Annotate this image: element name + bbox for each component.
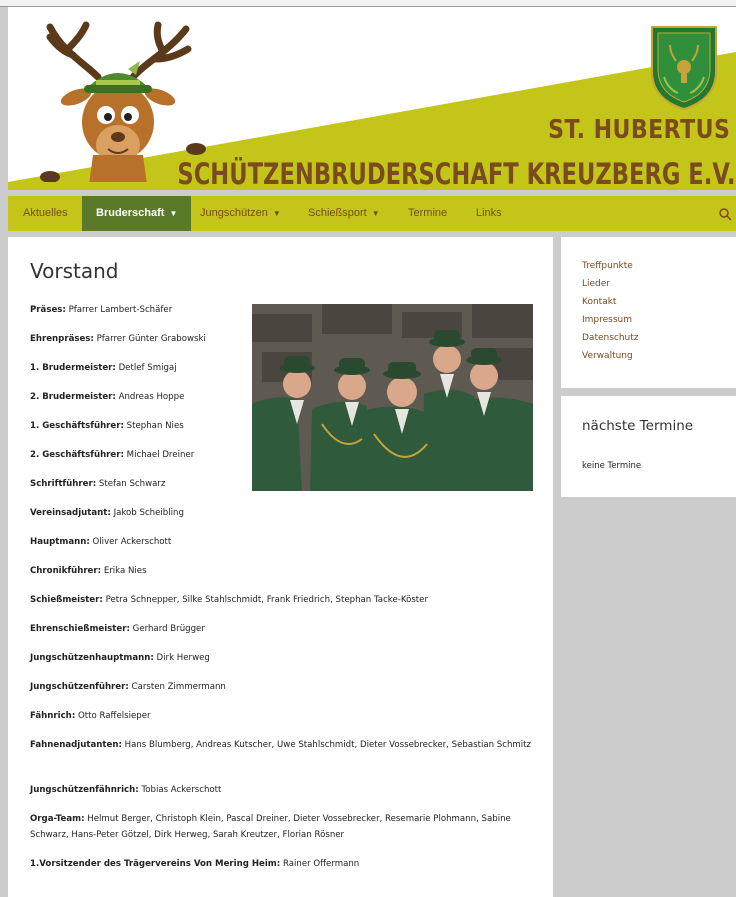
entry-role: Orga-Team [30,814,82,824]
entry-names: Pfarrer Lambert-Schäfer [68,305,173,315]
nav-item-termine[interactable]: Termine [408,196,447,231]
board-entry: Fahnenadjutanten: Hans Blumberg, Andreas… [30,740,532,750]
entry-names: Jakob Scheibling [113,508,184,518]
entry-role: Vereinsadjutant [30,508,108,518]
sidebar-links-widget: Treffpunkte Lieder Kontakt Impressum Dat… [561,237,736,388]
entry-role: Fähnrich [30,711,72,721]
browser-top-line [0,0,736,7]
board-entry: Fähnrich: Otto Raffelsieper [30,711,151,721]
entry-names: Erika Nies [103,566,147,576]
nav-item-label: Links [476,207,502,219]
entry-names: Stefan Schwarz [98,479,166,489]
entry-names: Otto Raffelsieper [77,711,151,721]
board-entry: 1.Vorsitzender des Trägervereins Von Mer… [30,859,360,869]
entry-role: Hauptmann [30,537,87,547]
nav-item-label: Termine [408,207,448,219]
board-entry: Schießmeister: Petra Schnepper, Silke St… [30,595,428,605]
board-entry: Jungschützenhauptmann: Dirk Herweg [30,653,210,663]
nav-item-label: Jungschützen [200,207,268,219]
board-entry: 2. Brudermeister: Andreas Hoppe [30,392,185,402]
entry-names: Dirk Herweg [156,653,210,663]
board-entry: 1. Brudermeister: Detlef Smigaj [30,363,177,373]
site-header: ST. HUBERTUS SCHÜTZENBRUDERSCHAFT KREUZB… [8,7,736,190]
chevron-down-icon: ▼ [272,209,281,218]
board-member-list: Präses: Pfarrer Lambert-Schäfer Ehrenprä… [30,303,540,886]
board-entry: Präses: Pfarrer Lambert-Schäfer [30,305,173,315]
events-title: nächste Termine [582,418,694,434]
entry-role: 2. Brudermeister [30,392,113,402]
sidebar-link-treffpunkte[interactable]: Treffpunkte [582,261,633,271]
entry-names: Andreas Hoppe [118,392,185,402]
nav-item-aktuelles[interactable]: Aktuelles [23,196,68,231]
entry-role: Fahnenadjutanten [30,740,119,750]
entry-role: Schriftführer [30,479,93,489]
main-navigation: Aktuelles Bruderschaft ▼ Jungschützen ▼ Sc… [8,196,736,231]
club-emblem-icon[interactable] [648,21,720,111]
entry-role: 2. Geschäftsführer [30,450,121,460]
nav-item-label: Bruderschaft [96,207,165,219]
entry-names: Pfarrer Günter Grabowski [96,334,206,344]
nav-item-jungschuetzen[interactable]: Jungschützen ▼ [200,196,281,231]
chevron-down-icon: ▼ [371,209,380,218]
entry-names: Petra Schnepper, Silke Stahlschmidt, Fra… [105,595,428,605]
board-entry: 2. Geschäftsführer: Michael Dreiner [30,450,195,460]
sidebar-link-lieder[interactable]: Lieder [582,279,610,289]
entry-role: 1. Geschäftsführer [30,421,121,431]
search-icon[interactable] [718,207,732,221]
board-entry: Schriftführer: Stefan Schwarz [30,479,166,489]
nav-item-label: Schießsport [308,207,367,219]
entry-role: Schießmeister [30,595,100,605]
entry-names: Detlef Smigaj [118,363,177,373]
entry-role: Jungschützenführer [30,682,126,692]
entry-names: Helmut Berger, Christoph Klein, Pascal D… [30,814,511,840]
nav-item-links[interactable]: Links [476,196,502,231]
entry-role: Jungschützenfähnrich [30,785,136,795]
board-entry: Orga-Team: Helmut Berger, Christoph Klei… [30,814,511,840]
nav-item-label: Aktuelles [23,207,68,219]
entry-names: Oliver Ackerschott [92,537,172,547]
board-entry: Hauptmann: Oliver Ackerschott [30,537,172,547]
entry-role: Jungschützenhauptmann [30,653,151,663]
events-empty-text: keine Termine [582,461,642,471]
entry-role: Präses [30,305,63,315]
site-title-line2[interactable]: SCHÜTZENBRUDERSCHAFT KREUZBERG E.V. [178,157,736,190]
board-entry: Ehrenschießmeister: Gerhard Brügger [30,624,205,634]
sidebar-link-datenschutz[interactable]: Datenschutz [582,333,639,343]
nav-item-bruderschaft[interactable]: Bruderschaft ▼ [82,196,192,231]
entry-names: Tobias Ackerschott [141,785,222,795]
entry-role: Ehrenpräses [30,334,91,344]
entry-role: 1.Vorsitzender des Trägervereins Von Mer… [30,859,277,869]
sidebar-link-kontakt[interactable]: Kontakt [582,297,616,307]
sidebar-link-verwaltung[interactable]: Verwaltung [582,351,633,361]
sidebar-link-impressum[interactable]: Impressum [582,315,632,325]
entry-names: Rainer Offermann [282,859,360,869]
chevron-down-icon: ▼ [169,209,178,218]
board-entry: Vereinsadjutant: Jakob Scheibling [30,508,184,518]
site-title-line1[interactable]: ST. HUBERTUS [548,115,730,145]
page-title: Vorstand [30,259,119,283]
sidebar-events-widget: nächste Termine keine Termine [561,396,736,497]
entry-names: Stephan Nies [126,421,184,431]
main-content: Vorstand Präses: Pfarrer Lambert-Schäfer… [8,237,553,897]
entry-names: Hans Blumberg, Andreas Kutscher, Uwe Sta… [124,740,532,750]
board-entry: Jungschützenführer: Carsten Zimmermann [30,682,226,692]
entry-role: 1. Brudermeister [30,363,113,373]
entry-names: Gerhard Brügger [132,624,205,634]
board-entry: Ehrenpräses: Pfarrer Günter Grabowski [30,334,206,344]
entry-role: Ehrenschießmeister [30,624,127,634]
nav-item-schiesssport[interactable]: Schießsport ▼ [308,196,380,231]
entry-names: Michael Dreiner [126,450,195,460]
board-entry: Chronikführer: Erika Nies [30,566,147,576]
board-entry: 1. Geschäftsführer: Stephan Nies [30,421,184,431]
entry-names: Carsten Zimmermann [131,682,226,692]
board-entry: Jungschützenfähnrich: Tobias Ackerschott [30,785,222,795]
entry-role: Chronikführer [30,566,98,576]
